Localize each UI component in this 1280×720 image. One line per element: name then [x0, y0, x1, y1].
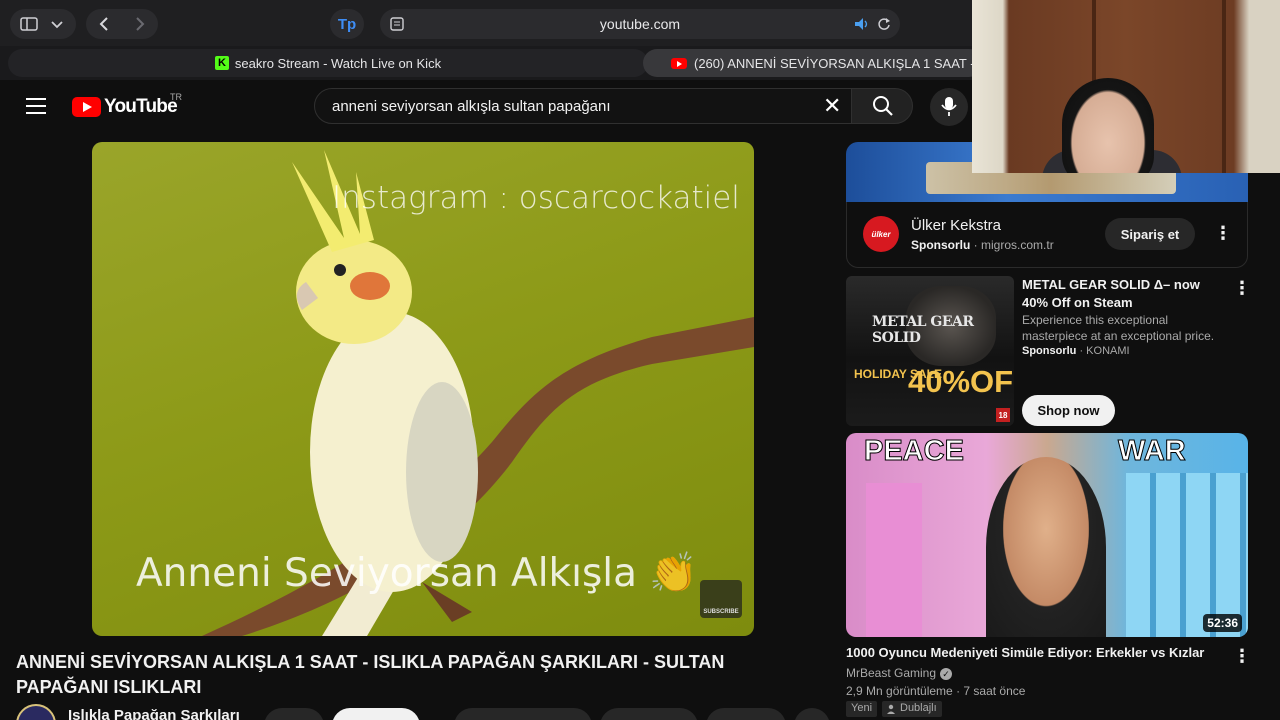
- discount-text: 40%OFF: [908, 364, 1014, 399]
- advertiser-name: KONAMI: [1086, 345, 1130, 357]
- new-badge: Yeni: [846, 701, 878, 717]
- speaker-icon[interactable]: [854, 17, 870, 31]
- ulker-logo: ülker: [863, 216, 899, 252]
- cabinet-seam: [1222, 0, 1226, 173]
- ad-description: Experience this exceptional masterpiece …: [1022, 313, 1215, 343]
- streamer-head: [1062, 78, 1154, 173]
- youtube-icon: [671, 57, 687, 69]
- voice-search-button[interactable]: [930, 88, 968, 126]
- ad-title: Ülker Kekstra: [911, 217, 1002, 234]
- search-icon: [873, 96, 893, 116]
- hamburger-menu-icon[interactable]: [26, 98, 46, 114]
- tab-kick[interactable]: K seakro Stream - Watch Live on Kick: [8, 49, 648, 77]
- dubbed-badge: Dublajlı: [882, 701, 942, 717]
- mgs-logo-text: METAL GEAR SOLID: [872, 314, 974, 346]
- minecraft-girl-figure: [866, 483, 922, 637]
- search-button[interactable]: [851, 88, 913, 124]
- sponsored-label: Sponsorlu: [1022, 345, 1077, 357]
- video-title: ANNENİ SEVİYORSAN ALKIŞLA 1 SAAT - ISLIK…: [16, 652, 725, 697]
- video-stats: 2,9 Mn görüntüleme · 7 saat önce: [846, 684, 1026, 698]
- mgs-ad-thumbnail[interactable]: METAL GEAR SOLID HOLIDAY SALE 40%OFF 18: [846, 276, 1014, 426]
- subscribe-button[interactable]: [332, 708, 420, 720]
- duration-badge: 52:36: [1203, 614, 1242, 632]
- shop-now-button[interactable]: Shop now: [1022, 395, 1115, 426]
- ad-meta: Sponsorlu · migros.com.tr: [911, 238, 1054, 252]
- chevron-down-icon: [51, 21, 63, 29]
- youtube-logo[interactable]: YouTube: [72, 96, 178, 118]
- view-count: 2,9 Mn görüntüleme: [846, 684, 953, 698]
- sponsored-ad-card[interactable]: ülker Ülker Kekstra Sponsorlu · migros.c…: [846, 202, 1248, 268]
- youtube-play-icon: [72, 97, 101, 117]
- channel-name-text: MrBeast Gaming: [846, 666, 937, 680]
- like-dislike-button[interactable]: [454, 708, 592, 720]
- history-nav-group: [86, 9, 158, 39]
- verified-icon: ✓: [940, 668, 953, 680]
- upload-age: 7 saat önce: [963, 684, 1026, 698]
- subscribe-watermark-text: SUBSCRIBE: [703, 609, 739, 615]
- dubbed-icon: [887, 704, 895, 714]
- microphone-icon: [941, 97, 957, 116]
- clip-button[interactable]: [706, 708, 786, 720]
- kick-icon: K: [214, 56, 229, 70]
- address-bar[interactable]: youtube.com: [380, 9, 900, 39]
- channel-name[interactable]: MrBeast Gaming ✓: [846, 666, 953, 680]
- logo-text: YouTube: [104, 96, 178, 117]
- more-options-icon[interactable]: ⋮: [1214, 224, 1232, 242]
- more-actions-button[interactable]: [794, 708, 830, 720]
- join-button[interactable]: [264, 708, 324, 720]
- tp-icon: Tp: [337, 15, 357, 33]
- webcam-overlay: [972, 0, 1280, 173]
- minecraft-army: [1126, 473, 1248, 637]
- country-code: TR: [170, 92, 182, 102]
- video-thumbnail[interactable]: PEACE WAR 52:36: [846, 433, 1248, 637]
- url-text: youtube.com: [599, 16, 681, 32]
- video-player[interactable]: Instagram : oscarcockatiel Anneni Seviyo…: [92, 142, 754, 636]
- ad-title[interactable]: METAL GEAR SOLID Δ– now 40% Off on Steam: [1022, 276, 1227, 312]
- extension-tp-button[interactable]: Tp: [330, 9, 364, 39]
- reload-icon[interactable]: [877, 17, 891, 31]
- ad-meta: Sponsorlu · KONAMI: [1022, 345, 1130, 357]
- more-options-icon[interactable]: ⋮: [1233, 279, 1251, 297]
- more-options-icon[interactable]: ⋮: [1233, 647, 1251, 665]
- caption-overlay-text: Anneni Seviyorsan Alkışla 👏: [136, 551, 698, 596]
- clear-search-icon[interactable]: ✕: [823, 95, 841, 117]
- search-query: anneni seviyorsan alkışla sultan papağan…: [332, 98, 611, 115]
- search-input[interactable]: anneni seviyorsan alkışla sultan papağan…: [314, 88, 852, 124]
- instagram-overlay-text: Instagram : oscarcockatiel: [332, 180, 740, 216]
- thumb-peace-text: PEACE: [864, 435, 965, 468]
- back-arrow-icon[interactable]: [97, 17, 111, 31]
- dubbed-label: Dublajlı: [900, 702, 937, 714]
- age-rating-badge: 18: [996, 408, 1010, 422]
- sidebar-toggle-button[interactable]: [10, 9, 76, 39]
- mrbeast-face: [986, 457, 1106, 637]
- ad-domain: migros.com.tr: [981, 238, 1054, 252]
- channel-name[interactable]: Islıkla Papağan Şarkıları: [68, 707, 240, 720]
- order-button[interactable]: Sipariş et: [1105, 218, 1195, 250]
- subscribe-watermark[interactable]: SUBSCRIBE: [700, 580, 742, 618]
- sidebar-icon: [20, 17, 38, 31]
- share-button[interactable]: [600, 708, 698, 720]
- video-title[interactable]: 1000 Oyuncu Medeniyeti Simüle Ediyor: Er…: [846, 645, 1226, 660]
- tab-label: (260) ANNENİ SEVİYORSAN ALKIŞLA 1 SAAT -: [694, 55, 975, 71]
- forward-arrow-icon[interactable]: [133, 17, 147, 31]
- sponsored-label: Sponsorlu: [911, 238, 971, 252]
- channel-avatar[interactable]: [16, 704, 56, 720]
- tab-youtube[interactable]: (260) ANNENİ SEVİYORSAN ALKIŞLA 1 SAAT -: [643, 49, 983, 77]
- thumb-war-text: WAR: [1118, 435, 1187, 468]
- tab-label: seakro Stream - Watch Live on Kick: [234, 55, 442, 71]
